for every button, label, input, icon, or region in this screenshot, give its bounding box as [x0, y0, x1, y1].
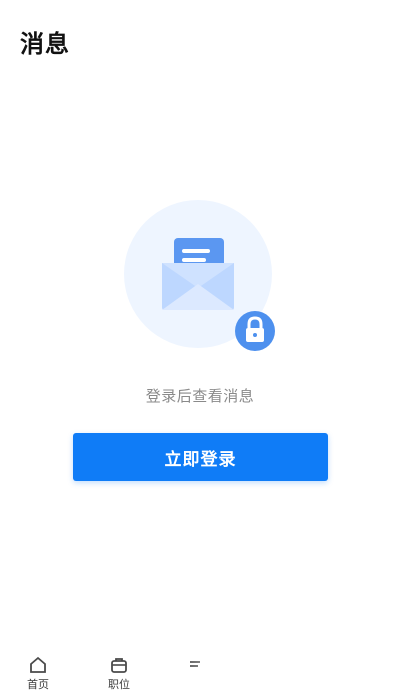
empty-state-message: 登录后查看消息 — [145, 387, 255, 405]
tab-home-label: 首页 — [27, 678, 49, 691]
briefcase-icon — [111, 658, 127, 673]
envelope-lock-icon — [124, 200, 275, 351]
partial-icon — [190, 661, 200, 667]
tab-jobs[interactable]: 职位 — [89, 654, 149, 700]
empty-state-illustration — [124, 200, 276, 352]
tab-jobs-label: 职位 — [108, 678, 130, 691]
tab-third[interactable] — [165, 654, 225, 700]
page-title: 消息 — [20, 30, 70, 58]
bottom-navigation: 首页 职位 — [0, 648, 400, 699]
login-button[interactable]: 立即登录 — [73, 433, 328, 481]
home-icon — [30, 656, 46, 673]
tab-home[interactable]: 首页 — [8, 654, 68, 700]
